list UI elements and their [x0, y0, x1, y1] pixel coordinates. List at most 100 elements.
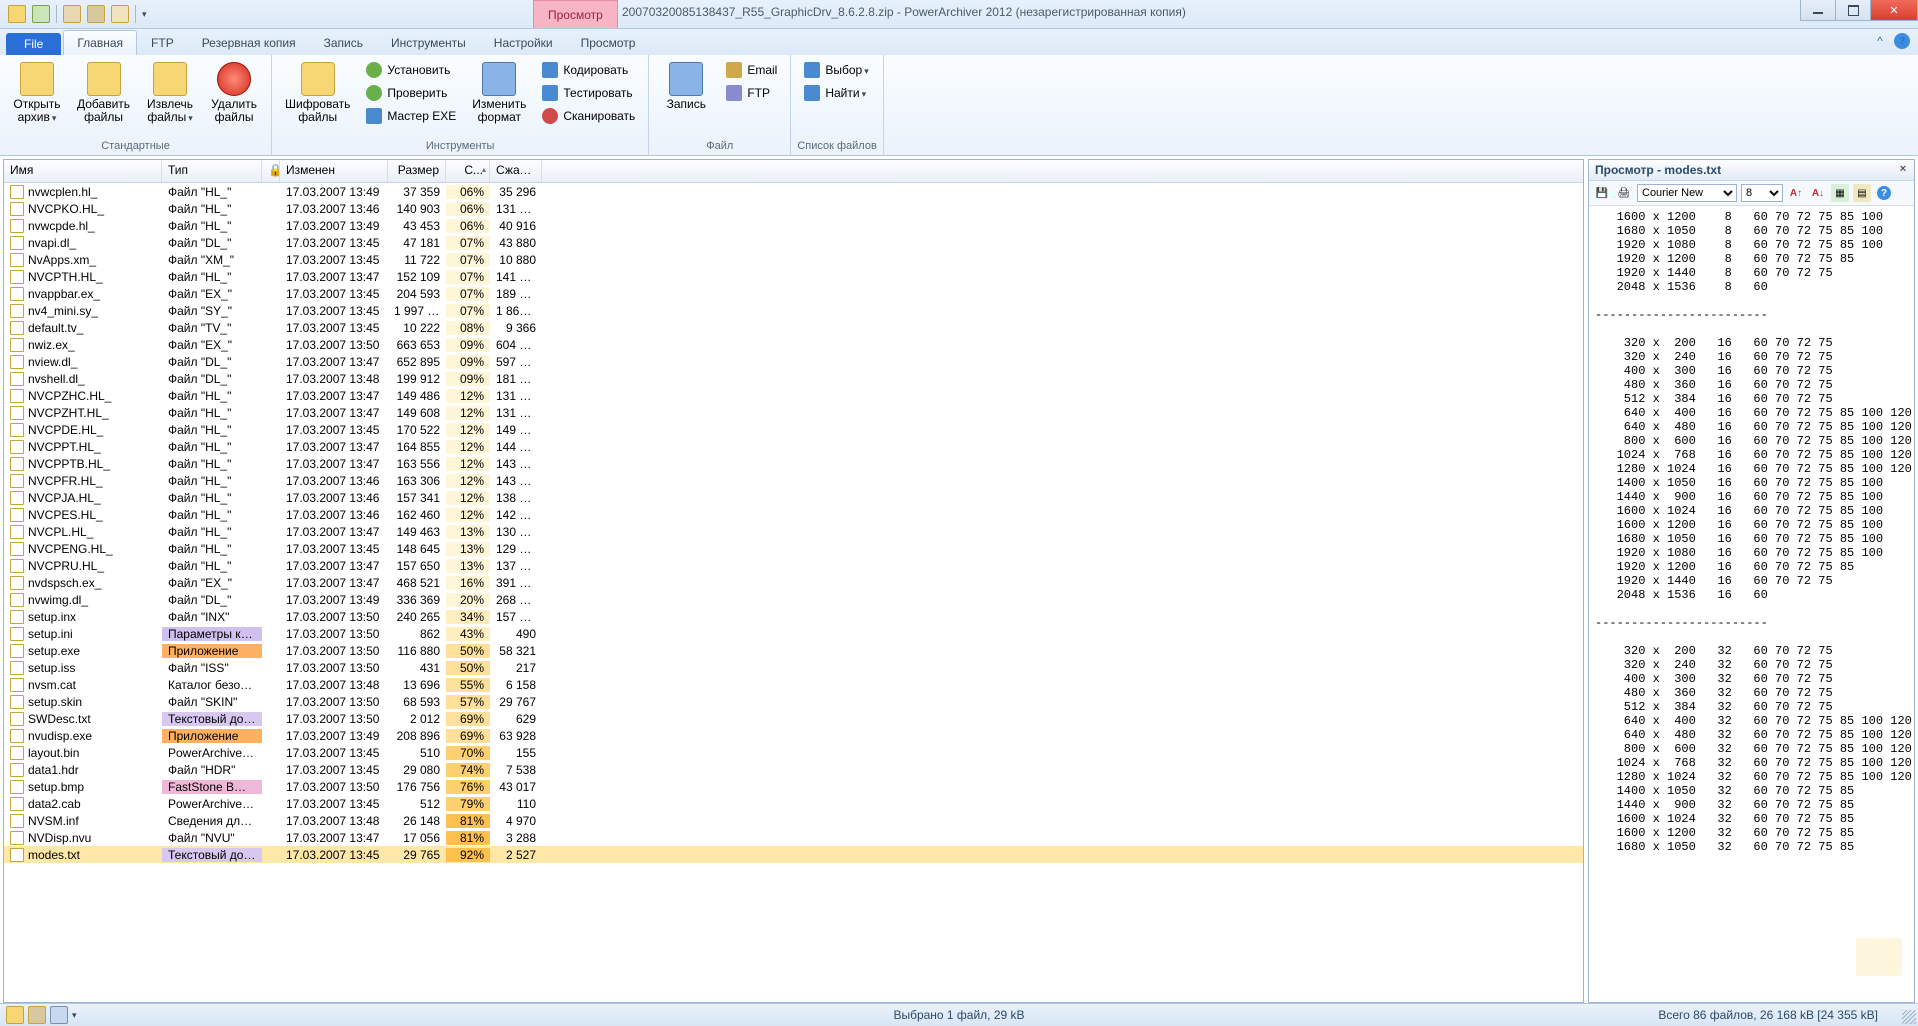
table-row[interactable]: data1.hdrФайл "HDR"17.03.2007 13:4529 08… — [4, 761, 1583, 778]
preview-save-icon[interactable]: 💾 — [1593, 184, 1611, 202]
table-row[interactable]: NVCPL.HL_Файл "HL_"17.03.2007 13:47149 4… — [4, 523, 1583, 540]
install[interactable]: Установить — [359, 59, 463, 81]
table-row[interactable]: NVCPES.HL_Файл "HL_"17.03.2007 13:46162 … — [4, 506, 1583, 523]
titlebar[interactable]: ▾ Просмотр 20070320085138437_R55_Graphic… — [0, 0, 1918, 29]
preview-print-icon[interactable]: 🖨 — [1615, 184, 1633, 202]
table-row[interactable]: nvdspsch.ex_Файл "EX_"17.03.2007 13:4746… — [4, 574, 1583, 591]
table-row[interactable]: nvwcplen.hl_Файл "HL_"17.03.2007 13:4937… — [4, 183, 1583, 200]
table-row[interactable]: nvapi.dl_Файл "DL_"17.03.2007 13:4547 18… — [4, 234, 1583, 251]
font-size-select[interactable]: 8 — [1741, 184, 1783, 202]
table-row[interactable]: setup.exeПриложение17.03.2007 13:50116 8… — [4, 642, 1583, 659]
status-icon[interactable] — [28, 1006, 46, 1024]
table-row[interactable]: setup.issФайл "ISS"17.03.2007 13:5043150… — [4, 659, 1583, 676]
font-shrink-icon[interactable]: A↓ — [1809, 184, 1827, 202]
view-mode-icon[interactable]: ▤ — [1853, 184, 1871, 202]
col-size[interactable]: Размер — [388, 160, 446, 182]
email[interactable]: Email — [719, 59, 784, 81]
table-row[interactable]: NVCPPT.HL_Файл "HL_"17.03.2007 13:47164 … — [4, 438, 1583, 455]
table-row[interactable]: NVCPRU.HL_Файл "HL_"17.03.2007 13:47157 … — [4, 557, 1583, 574]
table-row[interactable]: NVCPENG.HL_Файл "HL_"17.03.2007 13:45148… — [4, 540, 1583, 557]
table-row[interactable]: NVDisp.nvuФайл "NVU"17.03.2007 13:4717 0… — [4, 829, 1583, 846]
select[interactable]: Выбор — [797, 59, 875, 81]
table-row[interactable]: NVCPKO.HL_Файл "HL_"17.03.2007 13:46140 … — [4, 200, 1583, 217]
file-tab[interactable]: File — [6, 33, 61, 55]
table-row[interactable]: nvshell.dl_Файл "DL_"17.03.2007 13:48199… — [4, 370, 1583, 387]
table-row[interactable]: setup.inxФайл "INX"17.03.2007 13:50240 2… — [4, 608, 1583, 625]
status-dropdown-icon[interactable]: ▾ — [72, 1010, 77, 1021]
table-row[interactable]: NVCPFR.HL_Файл "HL_"17.03.2007 13:46163 … — [4, 472, 1583, 489]
ribbon-tab[interactable]: Резервная копия — [188, 30, 310, 55]
maximize-button[interactable] — [1835, 0, 1871, 21]
table-row[interactable]: NVCPDE.HL_Файл "HL_"17.03.2007 13:45170 … — [4, 421, 1583, 438]
status-icon[interactable] — [6, 1006, 24, 1024]
contextual-tab-label[interactable]: Просмотр — [533, 0, 618, 28]
preview-text[interactable]: 1600 x 1200 8 60 70 72 75 85 100 1680 x … — [1589, 206, 1914, 1002]
exe-wizard[interactable]: Мастер EXE — [359, 105, 463, 127]
qat-icon[interactable] — [63, 5, 81, 23]
delete-files[interactable]: Удалитьфайлы — [203, 57, 265, 138]
help-icon[interactable]: ? — [1894, 33, 1910, 49]
table-row[interactable]: NVSM.infСведения для ...17.03.2007 13:48… — [4, 812, 1583, 829]
table-row[interactable]: nvudisp.exeПриложение17.03.2007 13:49208… — [4, 727, 1583, 744]
find[interactable]: Найти — [797, 82, 875, 104]
table-row[interactable]: layout.binPowerArchiver I...17.03.2007 1… — [4, 744, 1583, 761]
ribbon-tab[interactable]: Просмотр — [567, 30, 650, 55]
test[interactable]: Тестировать — [535, 82, 642, 104]
table-row[interactable]: NVCPPTB.HL_Файл "HL_"17.03.2007 13:47163… — [4, 455, 1583, 472]
ribbon-tab[interactable]: Главная — [63, 30, 137, 55]
table-row[interactable]: nview.dl_Файл "DL_"17.03.2007 13:47652 8… — [4, 353, 1583, 370]
ribbon-tab[interactable]: Запись — [310, 30, 377, 55]
ribbon-tab[interactable]: Настройки — [480, 30, 567, 55]
resize-grip-icon[interactable] — [1902, 1010, 1916, 1024]
table-row[interactable]: nvwimg.dl_Файл "DL_"17.03.2007 13:49336 … — [4, 591, 1583, 608]
preview-close-icon[interactable]: × — [1896, 163, 1910, 177]
change-format[interactable]: Изменитьформат — [465, 57, 533, 138]
ribbon-tab[interactable]: Инструменты — [377, 30, 480, 55]
file-rows[interactable]: nvwcplen.hl_Файл "HL_"17.03.2007 13:4937… — [4, 183, 1583, 1002]
font-grow-icon[interactable]: A↑ — [1787, 184, 1805, 202]
extract-files[interactable]: Извлечьфайлы — [139, 57, 201, 138]
close-button[interactable]: ✕ — [1870, 0, 1918, 21]
col-lock[interactable]: 🔒 — [262, 160, 280, 182]
col-type[interactable]: Тип — [162, 160, 262, 182]
qat-icon[interactable] — [111, 5, 129, 23]
minimize-button[interactable] — [1800, 0, 1836, 21]
encrypt-files[interactable]: Шифроватьфайлы — [278, 57, 357, 138]
add-files[interactable]: Добавитьфайлы — [70, 57, 137, 138]
ribbon-tab[interactable]: FTP — [137, 30, 188, 55]
table-row[interactable]: setup.skinФайл "SKIN"17.03.2007 13:5068 … — [4, 693, 1583, 710]
ribbon-minimize-icon[interactable]: ^ — [1872, 33, 1888, 49]
burn[interactable]: Запись — [655, 57, 717, 138]
table-row[interactable]: NVCPTH.HL_Файл "HL_"17.03.2007 13:47152 … — [4, 268, 1583, 285]
ftp[interactable]: FTP — [719, 82, 784, 104]
qat-dropdown-icon[interactable]: ▾ — [142, 9, 147, 20]
col-ratio[interactable]: С... — [446, 160, 490, 182]
table-row[interactable]: default.tv_Файл "TV_"17.03.2007 13:4510 … — [4, 319, 1583, 336]
status-icon[interactable] — [50, 1006, 68, 1024]
encode[interactable]: Кодировать — [535, 59, 642, 81]
col-modified[interactable]: Изменен — [280, 160, 388, 182]
table-row[interactable]: nvappbar.ex_Файл "EX_"17.03.2007 13:4520… — [4, 285, 1583, 302]
preview-title[interactable]: Просмотр - modes.txt × — [1589, 160, 1914, 181]
table-row[interactable]: modes.txtТекстовый док...17.03.2007 13:4… — [4, 846, 1583, 863]
col-name[interactable]: Имя — [4, 160, 162, 182]
verify[interactable]: Проверить — [359, 82, 463, 104]
preview-help-icon[interactable]: ? — [1875, 184, 1893, 202]
table-row[interactable]: setup.iniПараметры ко...17.03.2007 13:50… — [4, 625, 1583, 642]
scan[interactable]: Сканировать — [535, 105, 642, 127]
table-row[interactable]: NVCPJA.HL_Файл "HL_"17.03.2007 13:46157 … — [4, 489, 1583, 506]
table-row[interactable]: NVCPZHC.HL_Файл "HL_"17.03.2007 13:47149… — [4, 387, 1583, 404]
open-archive[interactable]: Открытьархив — [6, 57, 68, 138]
table-row[interactable]: NvApps.xm_Файл "XM_"17.03.2007 13:4511 7… — [4, 251, 1583, 268]
table-row[interactable]: nv4_mini.sy_Файл "SY_"17.03.2007 13:451 … — [4, 302, 1583, 319]
col-packed[interactable]: Сжаты... — [490, 160, 542, 182]
table-row[interactable]: nvsm.catКаталог безоп...17.03.2007 13:48… — [4, 676, 1583, 693]
table-row[interactable]: nvwcpde.hl_Файл "HL_"17.03.2007 13:4943 … — [4, 217, 1583, 234]
view-mode-icon[interactable]: ▦ — [1831, 184, 1849, 202]
qat-icon[interactable] — [32, 5, 50, 23]
table-row[interactable]: SWDesc.txtТекстовый док...17.03.2007 13:… — [4, 710, 1583, 727]
table-row[interactable]: data2.cabPowerArchiver ...17.03.2007 13:… — [4, 795, 1583, 812]
table-row[interactable]: nwiz.ex_Файл "EX_"17.03.2007 13:50663 65… — [4, 336, 1583, 353]
qat-icon[interactable] — [8, 5, 26, 23]
font-select[interactable]: Courier New — [1637, 184, 1737, 202]
